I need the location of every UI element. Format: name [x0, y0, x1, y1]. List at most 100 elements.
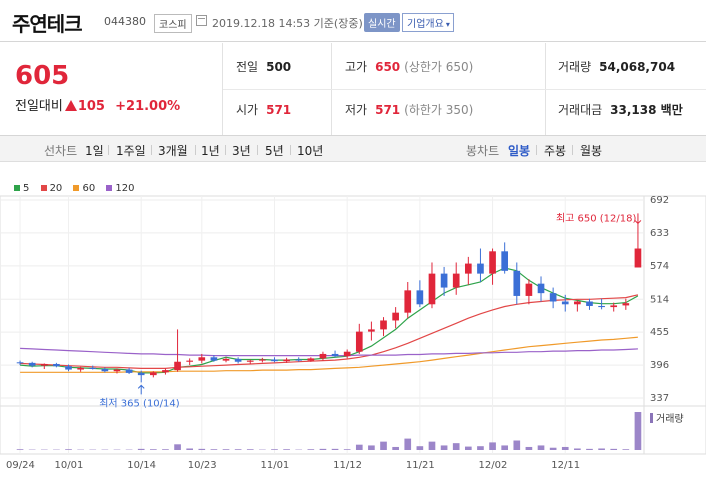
volume-bar: [283, 449, 290, 450]
candle-body: [283, 359, 290, 362]
volume-bar: [598, 448, 605, 450]
volume-bar: [392, 446, 399, 450]
candle-body: [259, 359, 266, 361]
y-tick-label: 633: [650, 228, 669, 239]
candle-body: [40, 363, 48, 366]
candle-body: [452, 273, 460, 288]
candle-body: [331, 353, 339, 357]
volume-bar: [428, 441, 436, 450]
x-tick-label: 12/11: [551, 460, 580, 471]
volume-bar: [186, 448, 194, 450]
candle-body: [271, 359, 278, 362]
volume-bar: [525, 446, 533, 450]
high-annotation: 최고 650 (12/18): [556, 212, 637, 224]
candle-body: [246, 360, 254, 362]
candle-body: [295, 359, 303, 361]
volume-bar: [416, 446, 424, 450]
volume-bar: [210, 449, 218, 450]
volume-axis-label: 거래량: [656, 413, 684, 425]
volume-bar: [331, 448, 339, 450]
candle-body: [561, 301, 569, 305]
volume-bar: [574, 448, 581, 450]
volume-bar: [464, 446, 472, 450]
volume-bar: [149, 449, 157, 450]
x-tick-label: 09/24: [6, 460, 35, 471]
candle-body: [89, 367, 97, 369]
y-tick-label: 514: [650, 294, 669, 305]
volume-bar: [452, 443, 460, 450]
volume-bar: [162, 449, 169, 450]
volume-bar: [16, 449, 24, 450]
volume-bar: [246, 449, 254, 450]
candle-body: [16, 362, 24, 364]
y-tick-label: 337: [650, 393, 669, 404]
price-chart[interactable]: 692 633 574 514 455 396 337 09/24 10/01 10/14 10/2…: [0, 0, 706, 483]
low-annotation: 최저 365 (10/14): [99, 397, 180, 409]
volume-bar: [222, 449, 230, 450]
candle-body: [634, 248, 642, 268]
x-tick-label: 10/14: [127, 460, 156, 471]
candle-body: [125, 369, 133, 373]
volume-bar: [610, 448, 618, 450]
chart-frame: [0, 195, 706, 455]
candle-body: [622, 303, 630, 306]
candle-body: [392, 312, 399, 321]
candle-body: [307, 358, 315, 361]
volume-bar: [513, 440, 521, 450]
candle-body: [210, 357, 218, 361]
candle-body: [113, 369, 121, 372]
candle-body: [489, 251, 496, 274]
candle-body: [380, 320, 387, 330]
candle-body: [464, 263, 472, 274]
volume-bar: [355, 444, 363, 450]
volume-bar: [561, 446, 569, 450]
candle-body: [368, 329, 375, 332]
low-arrow-icon: [137, 384, 145, 395]
candle-body: [525, 283, 533, 296]
candle-body: [65, 366, 72, 370]
volume-bar: [137, 448, 145, 450]
y-tick-label: 692: [650, 195, 669, 206]
candle-body: [355, 331, 363, 352]
volume-bar: [65, 449, 72, 450]
candle-body: [137, 372, 145, 376]
volume-bar: [174, 444, 181, 450]
candle-body: [234, 358, 242, 362]
x-tick-label: 11/01: [260, 460, 289, 471]
candle-body: [549, 293, 557, 302]
x-tick-label: 11/21: [406, 460, 435, 471]
candle-body: [198, 357, 206, 361]
candle-body: [428, 273, 436, 305]
candle-body: [501, 251, 509, 271]
volume-bar: [404, 438, 412, 450]
candle-body: [598, 305, 605, 308]
candle-body: [186, 360, 194, 362]
candle-body: [28, 362, 36, 366]
candle-body: [149, 372, 157, 376]
x-tick-label: 10/23: [188, 460, 217, 471]
candle-body: [537, 283, 545, 294]
volume-bar: [307, 449, 315, 450]
y-tick-label: 396: [650, 360, 669, 371]
candle-body: [53, 363, 60, 367]
volume-bar: [501, 445, 509, 450]
volume-bar: [586, 448, 593, 450]
volume-bar: [440, 445, 448, 450]
candle-body: [343, 351, 351, 357]
y-tick-label: 574: [650, 261, 669, 272]
volume-bar: [319, 448, 327, 450]
candle-body: [586, 301, 593, 306]
x-tick-label: 11/12: [333, 460, 362, 471]
volume-bar: [549, 447, 557, 450]
candle-body: [416, 290, 424, 305]
candle-body: [574, 301, 581, 305]
volume-bar: [271, 449, 278, 450]
volume-bar: [368, 445, 375, 450]
candle-body: [162, 370, 169, 373]
candle-body: [319, 353, 327, 359]
volume-bar: [477, 446, 484, 450]
y-tick-label: 455: [650, 327, 669, 338]
volume-legend-swatch: [650, 413, 653, 423]
x-tick-label: 10/01: [55, 460, 84, 471]
candle-body: [477, 263, 484, 274]
